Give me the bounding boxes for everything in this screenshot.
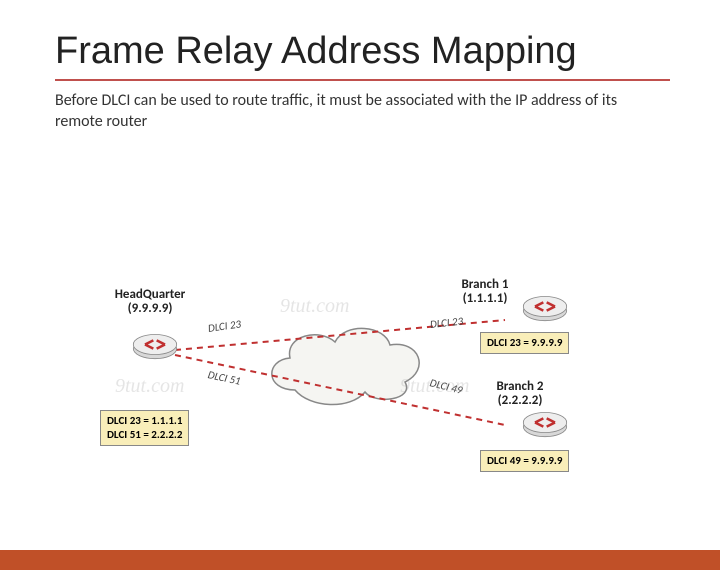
dlci-hq-top: DLCI 23: [207, 317, 242, 334]
hq-ip: (9.9.9.9): [128, 301, 173, 316]
branch2-ip: (2.2.2.2): [498, 393, 543, 408]
watermark-2: 9tut.com: [115, 375, 184, 398]
map-box-b1: DLCI 23 = 9.9.9.9: [480, 332, 569, 354]
dlci-b1: DLCI 23: [429, 315, 463, 331]
map-box-b2: DLCI 49 = 9.9.9.9: [480, 450, 569, 472]
router-hq-icon: [130, 332, 180, 362]
map-hq-line1: DLCI 23 = 1.1.1.1: [107, 414, 182, 428]
map-box-hq: DLCI 23 = 1.1.1.1 DLCI 51 = 2.2.2.2: [100, 410, 189, 446]
page-title: Frame Relay Address Mapping: [55, 30, 670, 81]
hq-name: HeadQuarter: [115, 287, 186, 302]
network-diagram: HeadQuarter (9.9.9.9) Branch 1 (1.1.1.1)…: [110, 270, 610, 500]
branch2-label: Branch 2 (2.2.2.2): [480, 380, 560, 409]
map-b2-line: DLCI 49 = 9.9.9.9: [487, 454, 562, 468]
footer-bar: [0, 550, 720, 570]
map-b1-line: DLCI 23 = 9.9.9.9: [487, 336, 562, 350]
branch1-name: Branch 1: [462, 277, 509, 292]
branch1-ip: (1.1.1.1): [463, 291, 508, 306]
dlci-hq-bot: DLCI 51: [207, 368, 242, 388]
router-branch1-icon: [520, 294, 570, 324]
branch2-name: Branch 2: [497, 379, 544, 394]
frame-relay-cloud-icon: [255, 310, 435, 410]
subtitle-text: Before DLCI can be used to route traffic…: [55, 91, 665, 133]
hq-label: HeadQuarter (9.9.9.9): [100, 288, 200, 317]
branch1-label: Branch 1 (1.1.1.1): [445, 278, 525, 307]
map-hq-line2: DLCI 51 = 2.2.2.2: [107, 428, 182, 442]
router-branch2-icon: [520, 410, 570, 440]
